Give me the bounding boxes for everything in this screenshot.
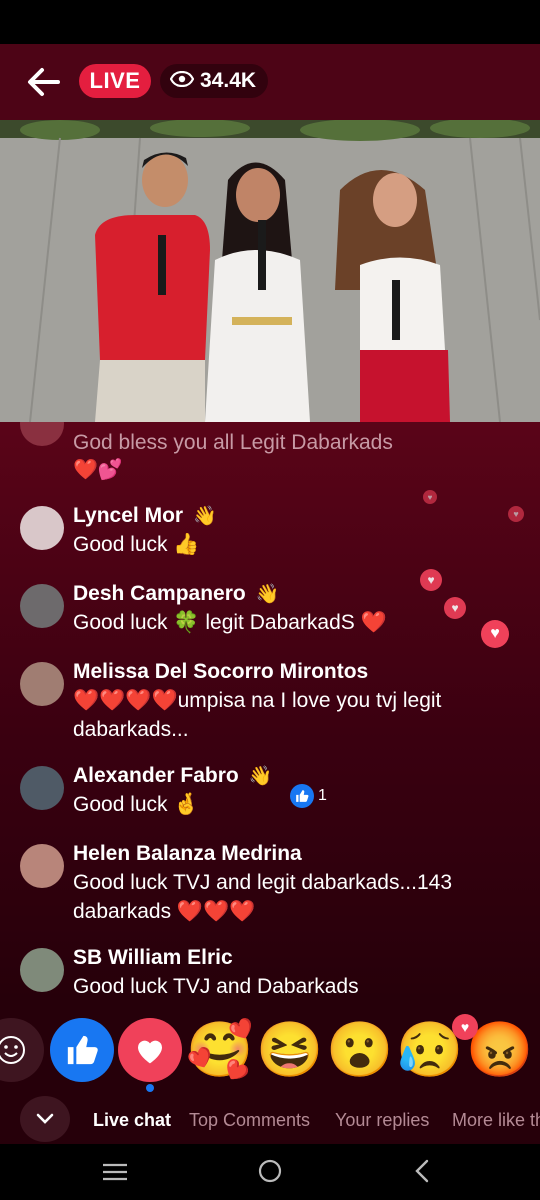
comment-like-badge[interactable]: 1 xyxy=(290,784,327,808)
commenter-name[interactable]: SB William Elric xyxy=(73,946,233,970)
avatar[interactable] xyxy=(20,844,64,888)
tab-your-replies[interactable]: Your replies xyxy=(335,1110,429,1131)
floating-heart-icon: ♥ xyxy=(508,506,524,522)
collapse-button[interactable] xyxy=(20,1096,70,1142)
viewer-count: 34.4K xyxy=(200,69,257,92)
tab-live-chat[interactable]: Live chat xyxy=(93,1110,171,1131)
live-badge: LIVE xyxy=(79,64,151,98)
emoji-picker-icon[interactable] xyxy=(0,1018,44,1082)
chevron-down-icon xyxy=(36,1109,54,1130)
avatar[interactable] xyxy=(20,662,64,706)
avatar xyxy=(20,422,64,446)
viewer-count-badge: 34.4K xyxy=(160,64,269,98)
comment-text: God bless you all Legit Dabarkads xyxy=(73,431,393,454)
care-reaction-icon[interactable]: 🥰 xyxy=(186,1018,253,1082)
live-chat-feed[interactable]: God bless you all Legit Dabarkads ❤️💕 Ly… xyxy=(0,422,540,1002)
commenter-name[interactable]: Helen Balanza Medrina xyxy=(73,842,302,866)
avatar[interactable] xyxy=(20,766,64,810)
avatar[interactable] xyxy=(20,506,64,550)
wow-reaction-icon[interactable]: 😮 xyxy=(326,1018,393,1082)
floating-heart-icon: ♥ xyxy=(444,597,466,619)
comment-tabs: Live chat Top Comments Your replies More… xyxy=(0,1096,540,1144)
recent-apps-icon[interactable] xyxy=(102,1162,128,1187)
hearts-emoji: ❤️💕 xyxy=(73,459,123,481)
floating-heart-icon: ♥ xyxy=(452,1014,478,1040)
haha-reaction-icon[interactable]: 😆 xyxy=(256,1018,323,1082)
floating-heart-icon: ♥ xyxy=(420,569,442,591)
avatar[interactable] xyxy=(20,948,64,992)
like-reaction-icon[interactable] xyxy=(50,1018,114,1082)
floating-heart-icon: ♥ xyxy=(481,620,509,648)
selected-indicator xyxy=(146,1084,154,1092)
reaction-bar: 🥰 😆 😮 😥 😡 ♥ xyxy=(0,1002,540,1096)
back-arrow-icon[interactable] xyxy=(26,64,62,100)
avatar[interactable] xyxy=(20,584,64,628)
wave-icon: 👋 xyxy=(193,506,217,527)
commenter-name[interactable]: Melissa Del Socorro Mirontos xyxy=(73,660,368,684)
eye-icon xyxy=(169,69,195,93)
like-count: 1 xyxy=(318,787,327,804)
comment-text: Good luck TVJ and legit dabarkads...143 … xyxy=(73,871,453,923)
love-reaction-icon[interactable] xyxy=(118,1018,182,1082)
floating-heart-icon: ♥ xyxy=(423,490,437,504)
live-video[interactable] xyxy=(0,120,540,422)
commenter-name: Alexander Fabro xyxy=(73,764,239,787)
back-icon[interactable] xyxy=(414,1159,430,1188)
comment-text: Good luck 👍 xyxy=(73,533,200,556)
tab-top-comments[interactable]: Top Comments xyxy=(189,1110,310,1131)
commenter-name: Desh Campanero xyxy=(73,582,246,605)
like-icon xyxy=(290,784,314,808)
comment-text: ❤️❤️❤️❤️umpisa na I love you tvj legit d… xyxy=(73,689,442,741)
comment-text: Good luck TVJ and Dabarkads xyxy=(73,975,359,998)
commenter-name: Lyncel Mor xyxy=(73,504,184,527)
navigation-bar xyxy=(0,1144,540,1200)
status-bar xyxy=(0,0,540,44)
tab-more-like-this[interactable]: More like this xyxy=(452,1110,540,1131)
wave-icon: 👋 xyxy=(255,584,280,605)
wave-icon: 👋 xyxy=(248,766,273,787)
home-icon[interactable] xyxy=(258,1159,282,1188)
